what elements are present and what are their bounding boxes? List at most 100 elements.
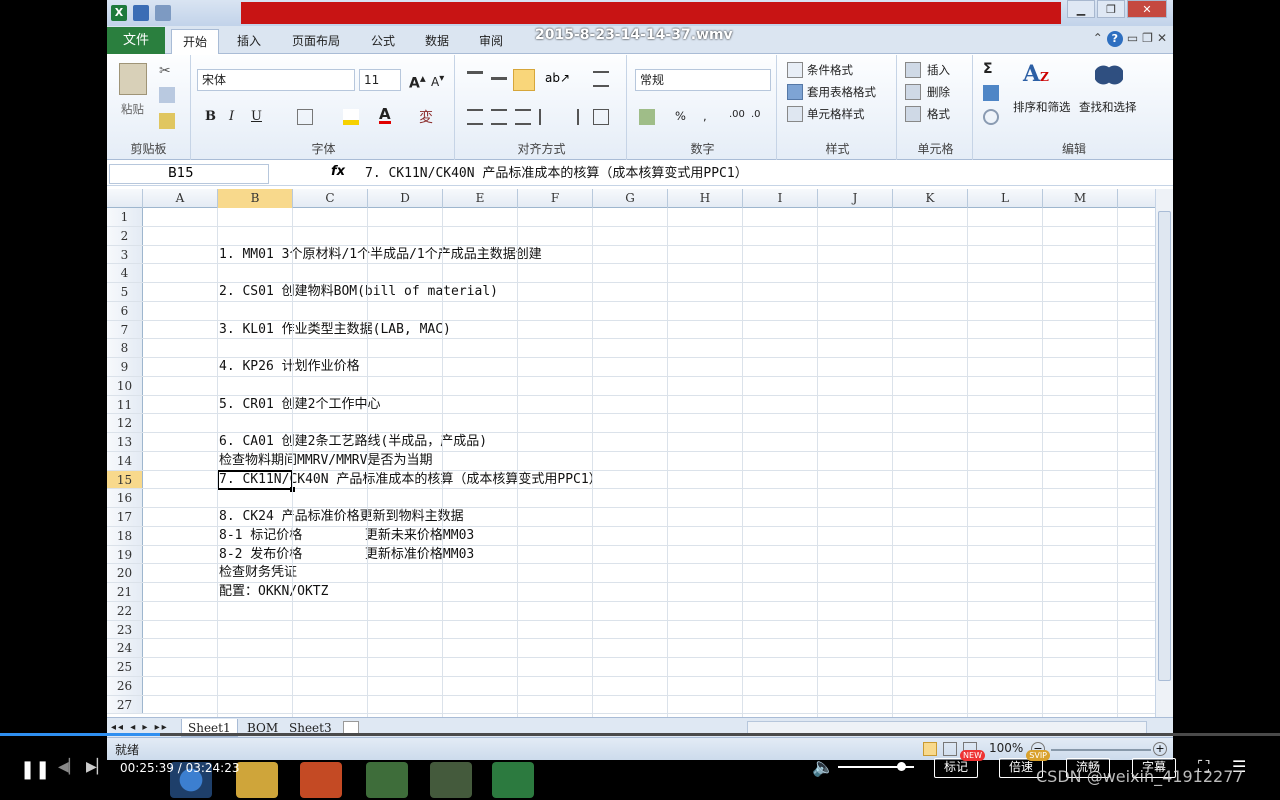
row-header-16[interactable]: 16 [107, 489, 143, 507]
merge-center-icon[interactable] [593, 109, 609, 125]
undo-icon[interactable] [155, 5, 171, 21]
tab-formulas[interactable]: 公式 [361, 29, 405, 54]
row-header-22[interactable]: 22 [107, 601, 143, 620]
row-header-14[interactable]: 14 [107, 451, 143, 470]
volume-slider-knob[interactable] [897, 762, 906, 771]
cell-b21[interactable]: 配置：OKKN/OKTZ [219, 583, 328, 601]
align-middle-icon[interactable] [491, 77, 507, 93]
delete-cells-icon[interactable] [905, 84, 921, 100]
font-size-select[interactable]: 11 [359, 69, 401, 91]
insert-cells-button[interactable]: 插入 [927, 62, 950, 78]
tab-insert[interactable]: 插入 [227, 29, 271, 54]
insert-cells-icon[interactable] [905, 62, 921, 78]
align-center-icon[interactable] [491, 109, 507, 125]
row-header-2[interactable]: 2 [107, 226, 143, 245]
cell-b3[interactable]: 1. MM01 3个原材料/1个半成品/1个产成品主数据创建 [219, 246, 542, 264]
cell-b18[interactable]: 8-1 标记价格 更新未来价格MM03 [219, 527, 474, 545]
row-header-7[interactable]: 7 [107, 320, 143, 339]
column-header-e[interactable]: E [443, 189, 518, 208]
tab-file[interactable]: 文件 [107, 27, 165, 54]
fill-icon[interactable] [983, 85, 999, 101]
doc-close-icon[interactable]: ✕ [1157, 31, 1167, 47]
worksheet-grid[interactable]: ABCDEFGHIJKLM 1 2 3 1. MM01 3个原材料/1个半成品/1个产… [107, 189, 1155, 717]
active-cell-b15[interactable] [217, 470, 295, 492]
row-header-21[interactable]: 21 [107, 583, 143, 601]
percent-icon[interactable]: % [675, 109, 686, 123]
comma-icon[interactable]: , [703, 109, 707, 123]
row-header-24[interactable]: 24 [107, 639, 143, 657]
column-header-b[interactable]: B [218, 189, 293, 208]
delete-cells-button[interactable]: 删除 [927, 84, 950, 100]
row-header-10[interactable]: 10 [107, 376, 143, 395]
select-all-corner[interactable] [107, 189, 143, 208]
column-header-h[interactable]: H [668, 189, 743, 208]
grow-font-icon[interactable]: A▴ [409, 71, 426, 92]
decrease-indent-icon[interactable] [539, 109, 555, 125]
row-header-9[interactable]: 9 [107, 358, 143, 376]
insert-function-icon[interactable]: fx [331, 164, 345, 179]
row-header-19[interactable]: 19 [107, 545, 143, 564]
increase-decimal-icon[interactable]: .00 [729, 109, 745, 120]
column-header-f[interactable]: F [518, 189, 593, 208]
column-header-m[interactable]: M [1043, 189, 1118, 208]
restore-icon[interactable]: ❐ [1097, 0, 1125, 18]
align-top-icon[interactable] [467, 71, 483, 87]
phonetic-icon[interactable]: 変 [419, 107, 433, 127]
row-header-3[interactable]: 3 [107, 245, 143, 264]
copy-icon[interactable] [159, 87, 175, 103]
video-progress-bar[interactable] [0, 733, 1280, 736]
vertical-scroll-thumb[interactable] [1158, 211, 1171, 681]
underline-button[interactable]: U [251, 109, 262, 124]
format-painter-icon[interactable] [159, 113, 175, 129]
column-header-j[interactable]: J [818, 189, 893, 208]
cell-b17[interactable]: 8. CK24 产品标准价格更新到物料主数据 [219, 508, 464, 526]
sort-filter-button[interactable]: 排序和筛选 [1013, 99, 1071, 115]
pause-icon[interactable]: ❚❚ [20, 759, 50, 780]
italic-button[interactable]: I [229, 109, 234, 124]
row-header-26[interactable]: 26 [107, 676, 143, 695]
cell-b13[interactable]: 6. CA01 创建2条工艺路线(半成品，产成品) [219, 433, 487, 451]
increase-indent-icon[interactable] [563, 109, 579, 125]
column-header-k[interactable]: K [893, 189, 968, 208]
format-cells-icon[interactable] [905, 106, 921, 122]
row-header-27[interactable]: 27 [107, 695, 143, 714]
bold-button[interactable]: B [205, 109, 216, 124]
font-color-icon[interactable]: A [379, 107, 391, 124]
autosum-icon[interactable]: Σ [983, 61, 993, 77]
volume-icon[interactable]: 🔈 [812, 757, 834, 778]
previous-icon[interactable]: ◀︎▏ [58, 759, 80, 775]
format-cells-button[interactable]: 格式 [927, 106, 950, 122]
vertical-scrollbar[interactable] [1155, 189, 1173, 717]
cut-icon[interactable]: ✂ [159, 63, 175, 79]
row-header-1[interactable]: 1 [107, 208, 143, 226]
collapse-ribbon-icon[interactable]: ⌃ [1093, 31, 1103, 47]
decrease-decimal-icon[interactable]: .0 [751, 109, 761, 120]
cell-styles-icon[interactable] [787, 106, 803, 122]
row-header-15[interactable]: 15 [107, 470, 143, 489]
number-format-select[interactable]: 常规 [635, 69, 771, 91]
cell-b11[interactable]: 5. CR01 创建2个工作中心 [219, 396, 380, 414]
row-header-5[interactable]: 5 [107, 283, 143, 301]
sort-filter-icon[interactable]: AZ [1023, 61, 1053, 91]
minimize-icon[interactable]: ▁ [1067, 0, 1095, 18]
font-name-select[interactable]: 宋体 [197, 69, 355, 91]
column-header-i[interactable]: I [743, 189, 818, 208]
cell-b7[interactable]: 3. KL01 作业类型主数据(LAB, MAC) [219, 321, 451, 339]
tab-review[interactable]: 审阅 [469, 29, 513, 54]
doc-minimize-icon[interactable]: ▭ [1127, 31, 1138, 47]
fill-color-icon[interactable] [343, 109, 359, 125]
cell-b20[interactable]: 检查财务凭证 [219, 564, 297, 582]
clear-icon[interactable] [983, 109, 999, 125]
tab-page-layout[interactable]: 页面布局 [285, 29, 347, 54]
row-header-4[interactable]: 4 [107, 264, 143, 282]
doc-restore-icon[interactable]: ❐ [1142, 31, 1153, 47]
align-right-icon[interactable] [515, 109, 531, 125]
formula-input[interactable]: 7. CK11N/CK40N 产品标准成本的核算（成本核算变式用PPC1） [365, 164, 748, 184]
wrap-text-icon[interactable] [593, 71, 609, 87]
row-header-23[interactable]: 23 [107, 620, 143, 639]
shrink-font-icon[interactable]: A▾ [431, 73, 444, 89]
cell-b14[interactable]: 检查物料期间MMRV/MMRV是否为当期 [219, 452, 432, 470]
row-header-11[interactable]: 11 [107, 395, 143, 414]
row-header-20[interactable]: 20 [107, 564, 143, 582]
column-header-d[interactable]: D [368, 189, 443, 208]
